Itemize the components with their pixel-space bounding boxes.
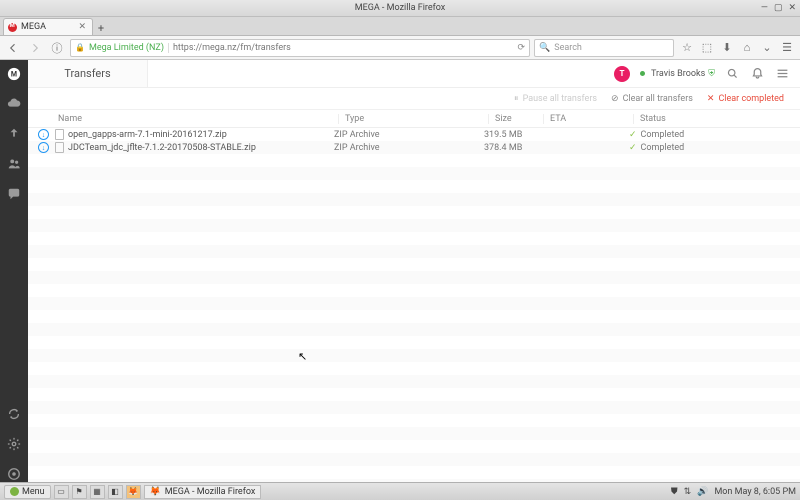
taskbar-window-button[interactable]: 🦊 MEGA - Mozilla Firefox xyxy=(144,485,262,499)
file-icon xyxy=(55,142,64,153)
avatar[interactable]: T xyxy=(614,66,630,82)
tray-network-icon[interactable]: ⇅ xyxy=(684,487,692,497)
mega-favicon-icon xyxy=(8,23,17,32)
column-headers: Name Type Size ETA Status xyxy=(28,110,800,128)
search-placeholder: Search xyxy=(554,43,582,53)
transfer-row[interactable]: ↓ open_gapps-arm-7.1-mini-20161217.zip Z… xyxy=(28,128,800,141)
library-button[interactable]: ⬚ xyxy=(698,39,716,57)
url-text: https://mega.nz/fm/transfers xyxy=(173,43,514,53)
mega-sidebar: M xyxy=(0,60,28,482)
svg-text:M: M xyxy=(11,71,17,79)
clear-icon: ⊘ xyxy=(611,94,619,104)
file-icon xyxy=(55,129,64,140)
menu-button[interactable]: ☰ xyxy=(778,39,796,57)
show-desktop-button[interactable]: ▭ xyxy=(54,485,69,499)
site-identity: Mega Limited (NZ) xyxy=(89,43,169,53)
taskbar-app-icon[interactable]: ◧ xyxy=(108,485,123,499)
taskbar-terminal-icon[interactable]: ⚑ xyxy=(72,485,87,499)
column-eta[interactable]: ETA xyxy=(543,114,633,124)
tab-close-button[interactable]: ✕ xyxy=(78,22,86,32)
system-tray: ⛊ ⇅ 🔊 Mon May 8, 6:05 PM xyxy=(671,487,796,497)
taskbar: Menu ▭ ⚑ ▦ ◧ 🦊 🦊 MEGA - Mozilla Firefox … xyxy=(0,482,800,500)
transfer-row[interactable]: ↓ JDCTeam_jdc_jflte-7.1.2-20170508-STABL… xyxy=(28,141,800,154)
page-title: Transfers xyxy=(28,60,148,87)
search-box[interactable]: 🔍 Search xyxy=(534,39,674,57)
transfers-page: Transfers T Travis Brooks ⛨ ⏸Pause all t… xyxy=(28,60,800,482)
column-status[interactable]: Status xyxy=(633,114,800,124)
pocket-button[interactable]: ⌄ xyxy=(758,39,776,57)
firefox-favicon-icon: 🦊 xyxy=(150,487,161,497)
shield-icon: ⛨ xyxy=(708,69,715,79)
forward-button[interactable] xyxy=(26,39,44,57)
x-icon: ✕ xyxy=(707,94,715,104)
new-tab-button[interactable]: + xyxy=(93,21,109,35)
file-name: JDCTeam_jdc_jflte-7.1.2-20170508-STABLE.… xyxy=(68,143,328,153)
header-search-button[interactable] xyxy=(725,66,740,81)
tray-volume-icon[interactable]: 🔊 xyxy=(697,487,708,497)
file-type: ZIP Archive xyxy=(328,143,478,153)
contacts-icon[interactable] xyxy=(6,156,22,172)
transfer-list: ↓ open_gapps-arm-7.1-mini-20161217.zip Z… xyxy=(28,128,800,482)
file-size: 378.4 MB xyxy=(478,143,533,153)
user-menu[interactable]: Travis Brooks ⛨ xyxy=(640,69,715,79)
help-icon[interactable] xyxy=(6,466,22,482)
file-name: open_gapps-arm-7.1-mini-20161217.zip xyxy=(68,130,328,140)
cloud-drive-icon[interactable] xyxy=(6,96,22,112)
clear-all-button[interactable]: ⊘Clear all transfers xyxy=(611,94,693,104)
column-size[interactable]: Size xyxy=(488,114,543,124)
transfer-actions: ⏸Pause all transfers ⊘Clear all transfer… xyxy=(28,88,800,110)
transfer-icon[interactable] xyxy=(6,406,22,422)
tray-shield-icon[interactable]: ⛊ xyxy=(671,487,678,497)
taskbar-firefox-icon[interactable]: 🦊 xyxy=(126,485,141,499)
settings-icon[interactable] xyxy=(6,436,22,452)
file-status: ✓Completed xyxy=(623,130,800,140)
file-type: ZIP Archive xyxy=(328,130,478,140)
home-button[interactable]: ⌂ xyxy=(738,39,756,57)
tab-strip: MEGA ✕ + xyxy=(0,17,800,36)
window-title: MEGA - Mozilla Firefox xyxy=(0,3,800,13)
info-button[interactable]: ⓘ xyxy=(48,39,66,57)
clear-completed-button[interactable]: ✕Clear completed xyxy=(707,94,784,104)
check-icon: ✓ xyxy=(629,130,637,140)
browser-toolbar: ⓘ 🔒 Mega Limited (NZ) https://mega.nz/fm… xyxy=(0,36,800,60)
clock[interactable]: Mon May 8, 6:05 PM xyxy=(714,487,796,497)
tab-label: MEGA xyxy=(21,22,46,32)
status-dot-icon xyxy=(640,71,645,76)
url-bar[interactable]: 🔒 Mega Limited (NZ) https://mega.nz/fm/t… xyxy=(70,39,530,57)
column-type[interactable]: Type xyxy=(338,114,488,124)
window-maximize-button[interactable]: ▢ xyxy=(774,3,783,13)
mint-logo-icon xyxy=(10,487,19,496)
user-name: Travis Brooks xyxy=(651,69,705,79)
file-status: ✓Completed xyxy=(623,143,800,153)
shared-icon[interactable] xyxy=(6,126,22,142)
back-button[interactable] xyxy=(4,39,22,57)
lock-icon: 🔒 xyxy=(75,43,85,52)
window-close-button[interactable]: ✕ xyxy=(788,3,796,13)
chat-icon[interactable] xyxy=(6,186,22,202)
header-menu-button[interactable] xyxy=(775,66,790,81)
window-titlebar: MEGA - Mozilla Firefox — ▢ ✕ xyxy=(0,0,800,17)
column-name[interactable]: Name xyxy=(58,114,338,124)
downloads-button[interactable]: ⬇ xyxy=(718,39,736,57)
start-menu-button[interactable]: Menu xyxy=(4,485,51,499)
mega-logo-icon[interactable]: M xyxy=(6,66,22,82)
taskbar-files-icon[interactable]: ▦ xyxy=(90,485,105,499)
pause-all-button[interactable]: ⏸Pause all transfers xyxy=(514,94,597,104)
download-icon: ↓ xyxy=(38,129,49,140)
reload-button[interactable]: ⟳ xyxy=(517,43,525,53)
check-icon: ✓ xyxy=(629,143,637,153)
pause-icon: ⏸ xyxy=(514,94,519,104)
window-minimize-button[interactable]: — xyxy=(761,3,768,13)
download-icon: ↓ xyxy=(38,142,49,153)
bookmark-button[interactable]: ☆ xyxy=(678,39,696,57)
browser-tab[interactable]: MEGA ✕ xyxy=(3,18,93,35)
notifications-button[interactable] xyxy=(750,66,765,81)
file-size: 319.5 MB xyxy=(478,130,533,140)
search-icon: 🔍 xyxy=(539,43,550,53)
